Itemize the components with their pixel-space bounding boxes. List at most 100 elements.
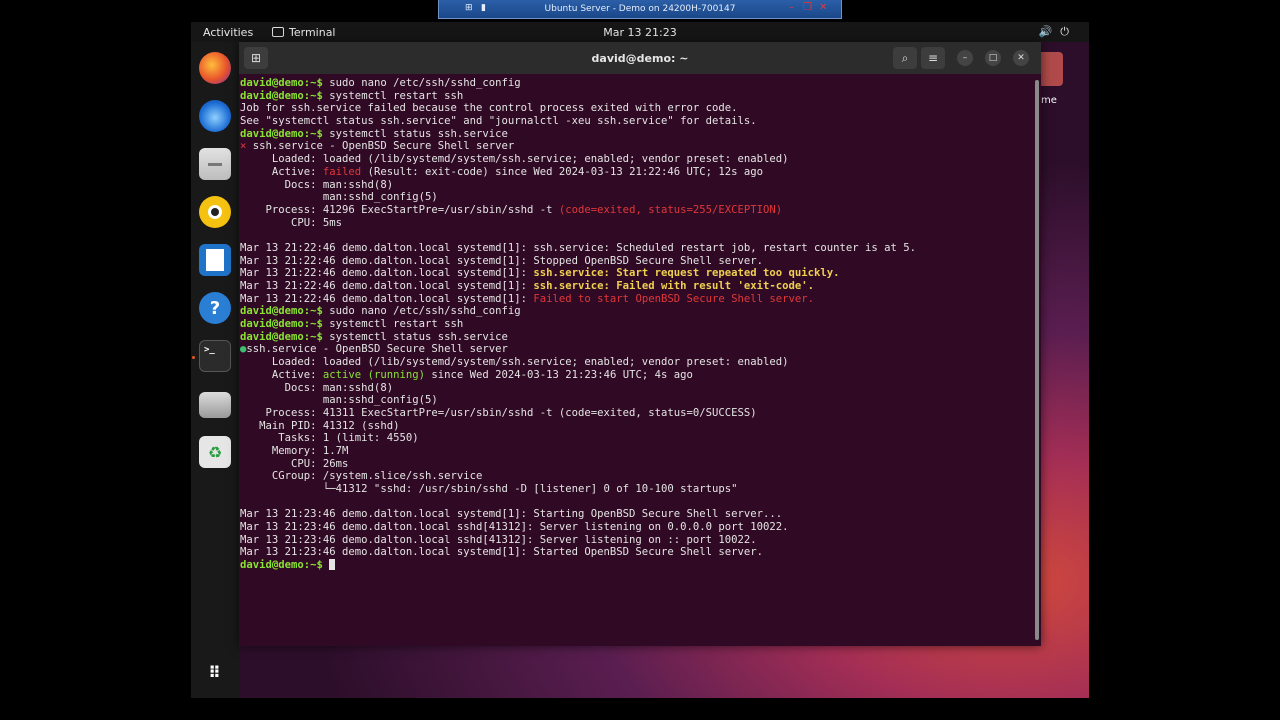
output-text: Process: 41296 ExecStartPre=/usr/sbin/ss… xyxy=(240,203,559,216)
drive-icon[interactable] xyxy=(199,392,231,418)
show-apps-icon[interactable]: ⠿ xyxy=(199,656,231,688)
prompt: david@demo:~$ xyxy=(240,559,323,572)
terminal-line: Process: 41311 ExecStartPre=/usr/sbin/ss… xyxy=(240,407,1030,420)
trash-icon[interactable]: ♻ xyxy=(199,436,231,468)
highlighted-text: ssh.service: Start request repeated too … xyxy=(533,267,840,280)
terminal-line: ●ssh.service - OpenBSD Secure Shell serv… xyxy=(240,343,1030,356)
terminal-line: Process: 41296 ExecStartPre=/usr/sbin/ss… xyxy=(240,204,1030,217)
output-text: Active: xyxy=(240,368,323,381)
terminal-line: CGroup: /system.slice/ssh.service xyxy=(240,470,1030,483)
files-icon[interactable] xyxy=(199,148,231,180)
terminal-line: Docs: man:sshd(8) xyxy=(240,382,1030,395)
terminal-output[interactable]: david@demo:~$ sudo nano /etc/ssh/sshd_co… xyxy=(240,77,1030,642)
output-text: Mar 13 21:22:46 demo.dalton.local system… xyxy=(240,280,534,292)
output-text: CGroup: /system.slice/ssh.service xyxy=(240,470,483,483)
rhythmbox-icon[interactable] xyxy=(199,196,231,228)
maximize-button[interactable]: □ xyxy=(985,50,1001,66)
terminal-header: ⊞ david@demo: ~ ⌕ ≡ – □ ✕ xyxy=(239,42,1041,74)
terminal-line: Mar 13 21:22:46 demo.dalton.local system… xyxy=(240,293,1030,306)
command: sudo nano /etc/ssh/sshd_config xyxy=(322,305,521,318)
output-text: Process: 41311 ExecStartPre=/usr/sbin/ss… xyxy=(240,406,757,419)
terminal-line: david@demo:~$ systemctl restart ssh xyxy=(240,318,1030,331)
restore-icon[interactable]: ❐ xyxy=(803,2,812,13)
output-text: Mar 13 21:23:46 demo.dalton.local sshd[4… xyxy=(240,533,757,546)
terminal-line: Active: active (running) since Wed 2024-… xyxy=(240,369,1030,382)
terminal-line: man:sshd_config(5) xyxy=(240,191,1030,204)
output-text: └─41312 "sshd: /usr/sbin/sshd -D [listen… xyxy=(240,483,738,495)
dock: ? >_ ♻ ⠿ xyxy=(191,42,239,698)
highlighted-text: ssh.service: Failed with result 'exit-co… xyxy=(533,280,815,292)
output-text: Loaded: loaded (/lib/systemd/system/ssh.… xyxy=(240,153,789,166)
output-text: Memory: 1.7M xyxy=(240,444,349,457)
terminal-line: Memory: 1.7M xyxy=(240,445,1030,458)
terminal-line: david@demo:~$ xyxy=(240,559,1030,572)
terminal-line: david@demo:~$ systemctl status ssh.servi… xyxy=(240,128,1030,141)
viewer-title: Ubuntu Server - Demo on 24200H-700147 xyxy=(544,4,736,14)
system-menu[interactable]: 🔊⏻ xyxy=(1039,25,1077,39)
terminal-line: david@demo:~$ systemctl status ssh.servi… xyxy=(240,331,1030,344)
terminal-line: └─41312 "sshd: /usr/sbin/sshd -D [listen… xyxy=(240,483,1030,496)
terminal-window[interactable]: ⊞ david@demo: ~ ⌕ ≡ – □ ✕ david@demo:~$ … xyxy=(239,42,1041,646)
command: sudo nano /etc/ssh/sshd_config xyxy=(322,77,521,89)
prompt: david@demo:~$ xyxy=(240,77,323,89)
output-text: since Wed 2024-03-13 21:23:46 UTC; 4s ag… xyxy=(424,368,693,381)
minimize-icon[interactable]: – xyxy=(789,2,794,13)
prompt: david@demo:~$ xyxy=(240,318,323,331)
output-text: Main PID: 41312 (sshd) xyxy=(240,419,400,432)
output-text: CPU: 26ms xyxy=(240,457,349,470)
terminal-line: CPU: 26ms xyxy=(240,458,1030,471)
output-text: Job for ssh.service failed because the c… xyxy=(240,102,738,115)
clock[interactable]: Mar 13 21:23 xyxy=(191,26,1089,39)
thunderbird-icon[interactable] xyxy=(199,100,231,132)
terminal-line: × ssh.service - OpenBSD Secure Shell ser… xyxy=(240,140,1030,153)
output-text: Mar 13 21:23:46 demo.dalton.local sshd[4… xyxy=(240,521,789,534)
remote-viewer-bar: ⊞ ▮ Ubuntu Server - Demo on 24200H-70014… xyxy=(438,0,842,19)
highlighted-text: Failed to start OpenBSD Secure Shell ser… xyxy=(533,292,815,305)
highlighted-text: active (running) xyxy=(322,368,425,381)
terminal-line: Loaded: loaded (/lib/systemd/system/ssh.… xyxy=(240,153,1030,166)
output-text: Mar 13 21:22:46 demo.dalton.local system… xyxy=(240,292,534,305)
scrollbar[interactable] xyxy=(1035,80,1039,640)
highlighted-text: (code=exited, status=255/EXCEPTION) xyxy=(558,203,783,216)
prompt: david@demo:~$ xyxy=(240,127,323,140)
terminal-app-icon[interactable]: >_ xyxy=(199,340,231,372)
command: systemctl restart ssh xyxy=(322,318,464,331)
close-icon[interactable]: ✕ xyxy=(819,2,827,13)
terminal-line: man:sshd_config(5) xyxy=(240,394,1030,407)
terminal-line: Job for ssh.service failed because the c… xyxy=(240,102,1030,115)
terminal-line: Mar 13 21:23:46 demo.dalton.local system… xyxy=(240,546,1030,559)
terminal-line: CPU: 5ms xyxy=(240,217,1030,230)
command: systemctl status ssh.service xyxy=(322,330,508,343)
prompt: david@demo:~$ xyxy=(240,330,323,343)
running-indicator xyxy=(192,356,195,359)
terminal-line: Active: failed (Result: exit-code) since… xyxy=(240,166,1030,179)
output-text: Mar 13 21:23:46 demo.dalton.local system… xyxy=(240,546,763,559)
prompt: david@demo:~$ xyxy=(240,305,323,318)
minimize-button[interactable]: – xyxy=(957,50,973,66)
terminal-line: david@demo:~$ sudo nano /etc/ssh/sshd_co… xyxy=(240,77,1030,90)
terminal-line: Mar 13 21:22:46 demo.dalton.local system… xyxy=(240,267,1030,280)
writer-icon[interactable] xyxy=(199,244,231,276)
output-text: See "systemctl status ssh.service" and "… xyxy=(240,115,757,128)
menu-button[interactable]: ≡ xyxy=(921,47,945,69)
output-text: Loaded: loaded (/lib/systemd/system/ssh.… xyxy=(240,356,789,369)
terminal-line: david@demo:~$ systemctl restart ssh xyxy=(240,90,1030,103)
command: systemctl status ssh.service xyxy=(322,127,508,140)
close-button[interactable]: ✕ xyxy=(1013,50,1029,66)
prompt: david@demo:~$ xyxy=(240,89,323,102)
terminal-line: See "systemctl status ssh.service" and "… xyxy=(240,115,1030,128)
search-button[interactable]: ⌕ xyxy=(893,47,917,69)
highlighted-text: failed xyxy=(322,165,362,178)
help-icon[interactable]: ? xyxy=(199,292,231,324)
terminal-line: Tasks: 1 (limit: 4550) xyxy=(240,432,1030,445)
output-text: man:sshd_config(5) xyxy=(240,394,438,407)
output-text: Active: xyxy=(240,165,323,178)
terminal-line: david@demo:~$ sudo nano /etc/ssh/sshd_co… xyxy=(240,305,1030,318)
firefox-icon[interactable] xyxy=(199,52,231,84)
output-text: Mar 13 21:23:46 demo.dalton.local system… xyxy=(240,508,783,521)
output-text: Mar 13 21:22:46 demo.dalton.local system… xyxy=(240,267,534,280)
output-text: Mar 13 21:22:46 demo.dalton.local system… xyxy=(240,254,763,267)
output-text: Docs: man:sshd(8) xyxy=(240,178,394,191)
